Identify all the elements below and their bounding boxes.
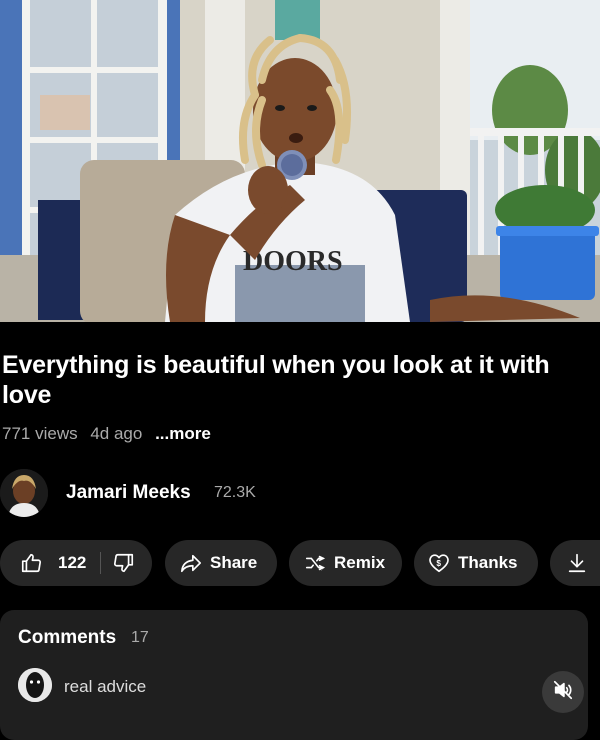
channel-avatar[interactable] bbox=[0, 469, 48, 517]
svg-text:$: $ bbox=[436, 559, 441, 568]
comments-section[interactable]: Comments 17 real advice bbox=[0, 610, 588, 740]
view-count: 771 views bbox=[2, 424, 78, 443]
remix-button[interactable]: Remix bbox=[289, 540, 402, 586]
remix-label: Remix bbox=[334, 553, 385, 573]
thanks-label: Thanks bbox=[458, 553, 518, 573]
remix-icon bbox=[304, 552, 326, 574]
top-comment-text: real advice bbox=[64, 677, 146, 697]
like-divider bbox=[100, 552, 101, 574]
share-arrow-icon bbox=[180, 552, 202, 574]
channel-name[interactable]: Jamari Meeks bbox=[66, 482, 191, 504]
comments-title: Comments bbox=[18, 627, 116, 649]
share-label: Share bbox=[210, 553, 257, 573]
comments-count: 17 bbox=[131, 629, 149, 647]
thanks-button[interactable]: $ Thanks bbox=[414, 540, 538, 586]
subscriber-count: 72.3K bbox=[214, 484, 256, 502]
commenter-avatar bbox=[18, 668, 52, 702]
like-dislike-group: 122 bbox=[0, 540, 152, 586]
avatar-image bbox=[0, 469, 48, 517]
like-count: 122 bbox=[58, 553, 86, 573]
upload-age: 4d ago bbox=[90, 424, 142, 443]
volume-off-icon bbox=[552, 679, 574, 706]
download-button[interactable] bbox=[550, 540, 600, 586]
thanks-heart-icon: $ bbox=[428, 552, 450, 574]
video-player[interactable]: DOORS bbox=[0, 0, 600, 322]
share-button[interactable]: Share bbox=[165, 540, 277, 586]
video-meta: 771 views 4d ago ...more bbox=[2, 424, 219, 444]
more-link[interactable]: ...more bbox=[155, 424, 211, 443]
video-title: Everything is beautiful when you look at… bbox=[2, 350, 592, 410]
download-icon bbox=[566, 552, 588, 574]
mute-button[interactable] bbox=[542, 671, 584, 713]
video-frame: DOORS bbox=[0, 0, 600, 322]
thumbs-up-icon[interactable] bbox=[20, 552, 42, 574]
thumbs-down-icon[interactable] bbox=[113, 552, 135, 574]
